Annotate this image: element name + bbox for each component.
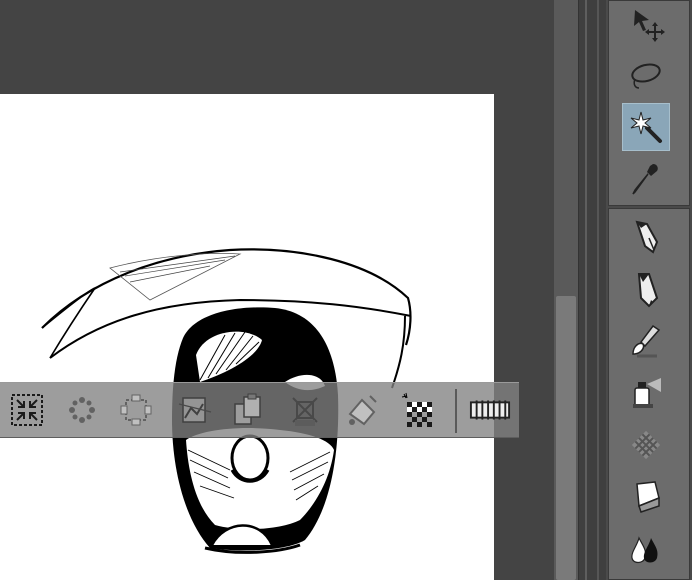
pencil-tool[interactable] xyxy=(622,265,670,313)
blend-tool[interactable] xyxy=(622,525,670,573)
airbrush-tool[interactable] xyxy=(622,369,670,417)
decoration-icon xyxy=(631,430,661,460)
tool-group-drawing xyxy=(608,208,690,580)
pen-tool[interactable] xyxy=(622,213,670,261)
shrink-selection-icon[interactable] xyxy=(8,391,46,429)
selection-launcher xyxy=(0,382,519,438)
brush-icon xyxy=(632,324,661,358)
expand-points-icon[interactable] xyxy=(63,391,101,429)
eyedropper-icon xyxy=(632,164,658,195)
decoration-tool[interactable] xyxy=(622,421,670,469)
tool-palette xyxy=(606,0,692,580)
eyedropper-tool[interactable] xyxy=(622,155,670,203)
divider-line xyxy=(597,0,599,580)
eye-artwork xyxy=(41,248,412,554)
scrollbar-thumb[interactable] xyxy=(556,296,576,580)
panel-divider[interactable] xyxy=(578,0,607,580)
brush-tool[interactable] xyxy=(622,317,670,365)
fill-icon[interactable] xyxy=(343,391,381,429)
selection-edge-icon[interactable] xyxy=(468,391,512,429)
pen-icon xyxy=(635,220,659,254)
eraser-tool[interactable] xyxy=(622,473,670,521)
tool-group-selection xyxy=(608,0,690,206)
pencil-icon xyxy=(637,273,659,308)
divider-line xyxy=(585,0,587,580)
scale-selection-icon[interactable] xyxy=(117,391,155,429)
lasso-tool[interactable] xyxy=(622,51,670,99)
move-tool[interactable] xyxy=(622,1,670,49)
lasso-icon xyxy=(631,63,661,89)
magic-wand-icon xyxy=(630,111,662,143)
blend-icon xyxy=(631,536,658,564)
clear-transparent-icon[interactable] xyxy=(400,391,438,429)
eraser-icon xyxy=(636,481,660,513)
move-icon xyxy=(634,10,665,42)
magic-wand-tool[interactable] xyxy=(622,103,670,151)
canvas-area[interactable] xyxy=(0,0,554,580)
transform-icon[interactable] xyxy=(176,391,214,429)
copy-paste-icon[interactable] xyxy=(229,391,267,429)
launcher-separator xyxy=(455,389,457,433)
airbrush-icon xyxy=(633,378,661,408)
crop-icon[interactable] xyxy=(286,391,324,429)
